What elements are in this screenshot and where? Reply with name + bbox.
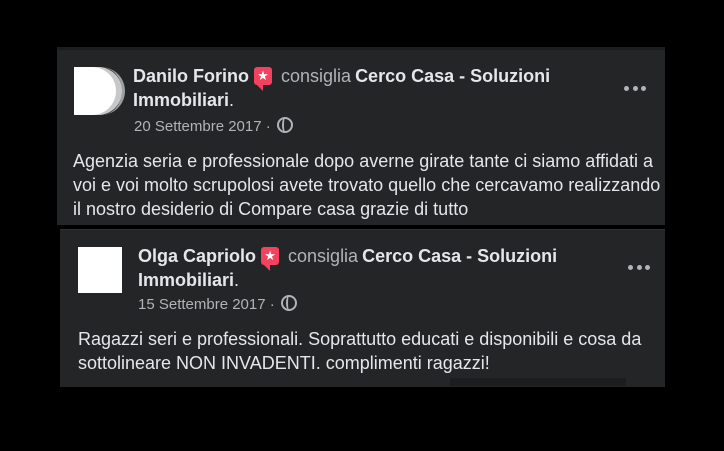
post-meta: 15 Settembre 2017 ·: [138, 295, 297, 315]
meta-separator: ·: [269, 296, 275, 313]
post-text: Agenzia seria e professionale dopo avern…: [73, 151, 661, 219]
screenshot-stage: Danilo Forino ★ consiglia Cerco Casa - Sol…: [0, 0, 724, 451]
post-header: Danilo Forino ★ consiglia Cerco Casa - Sol…: [133, 64, 593, 112]
recommends-verb: consiglia: [288, 246, 359, 266]
review-post-2: Olga Capriolo ★ consiglia Cerco Casa - Sol…: [60, 229, 665, 387]
recommendation-star-icon: ★: [261, 247, 280, 271]
avatar-ring: [77, 67, 125, 115]
author-name[interactable]: Olga Capriolo: [138, 246, 256, 266]
globe-icon[interactable]: [280, 295, 297, 311]
author-name[interactable]: Danilo Forino: [133, 66, 249, 86]
card-top-edge: [57, 47, 665, 50]
post-date[interactable]: 20 Settembre 2017: [134, 118, 262, 135]
page-suffix: .: [229, 90, 235, 110]
avatar[interactable]: [74, 67, 125, 115]
recommends-verb: consiglia: [281, 66, 352, 86]
post-header: Olga Capriolo ★ consiglia Cerco Casa - Sol…: [138, 244, 598, 292]
review-post-1: Danilo Forino ★ consiglia Cerco Casa - Sol…: [57, 47, 665, 225]
more-options-icon[interactable]: [624, 82, 646, 94]
avatar[interactable]: [78, 247, 122, 293]
globe-icon[interactable]: [276, 117, 293, 133]
more-options-icon[interactable]: [628, 261, 650, 273]
next-card-edge: [450, 378, 626, 386]
page-suffix: .: [234, 270, 240, 290]
post-text: Ragazzi seri e professionali. Soprattutt…: [78, 329, 642, 373]
recommendation-star-icon: ★: [254, 67, 272, 91]
meta-separator: ·: [265, 118, 271, 135]
post-meta: 20 Settembre 2017 ·: [134, 117, 293, 137]
post-date[interactable]: 15 Settembre 2017: [138, 296, 266, 313]
